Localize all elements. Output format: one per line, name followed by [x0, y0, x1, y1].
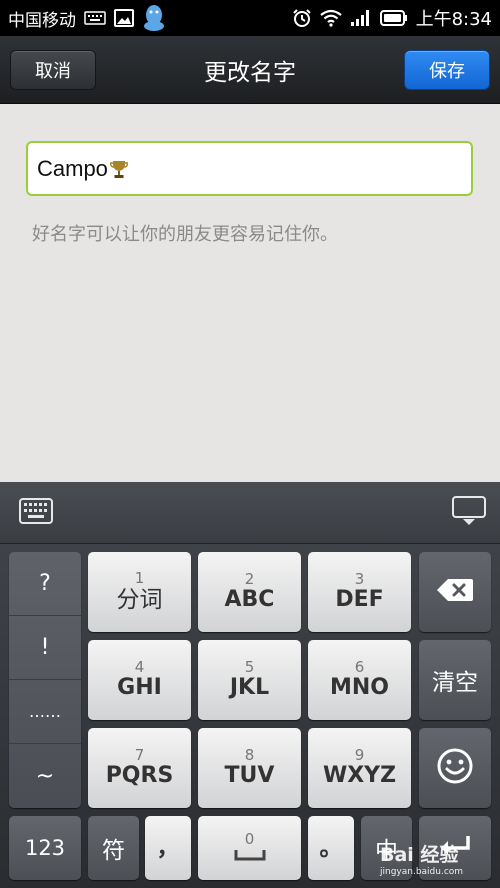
- key-number: 1: [134, 569, 145, 587]
- key-number: 7: [134, 746, 145, 764]
- clock-label: 上午8:34: [415, 9, 492, 30]
- key-1-segment[interactable]: 1 分词: [88, 552, 191, 632]
- clear-key-label: 清空: [432, 670, 478, 696]
- key-label: DEF: [335, 587, 384, 612]
- symbol-key-exclamation[interactable]: !: [9, 616, 81, 680]
- backspace-icon: [436, 577, 474, 607]
- key-label: TUV: [224, 763, 275, 788]
- smiley-icon: [436, 747, 474, 789]
- key-label: MNO: [329, 675, 389, 700]
- key-5-jkl[interactable]: 5 JKL: [198, 640, 301, 720]
- period-key-label: 。: [319, 835, 343, 861]
- watermark-brand: Bai 经验: [380, 844, 459, 866]
- key-number: 2: [244, 570, 255, 588]
- key-number: 8: [244, 746, 255, 764]
- keyboard-notification-icon: [84, 11, 106, 25]
- key-8-tuv[interactable]: 8 TUV: [198, 728, 301, 808]
- name-input-value: Campo: [37, 155, 108, 181]
- trophy-emoji-icon: [109, 159, 128, 179]
- key-label: GHI: [117, 675, 162, 700]
- save-button[interactable]: 保存: [404, 50, 490, 90]
- symbol-key-ellipsis[interactable]: ……: [9, 680, 81, 744]
- qq-penguin-icon: [142, 4, 166, 32]
- symbols-key[interactable]: 符: [88, 816, 139, 880]
- status-bar: 中国移动 上午8:34: [0, 0, 500, 36]
- key-number: 6: [354, 658, 365, 676]
- numeric-mode-key[interactable]: 123: [9, 816, 81, 880]
- wifi-icon: [319, 9, 342, 27]
- symbol-column: ? ! …… ~: [9, 552, 81, 808]
- key-label: JKL: [229, 675, 270, 700]
- symbol-key-question[interactable]: ?: [9, 552, 81, 616]
- name-hint-text: 好名字可以让你的朋友更容易记住你。: [32, 224, 338, 245]
- numeric-mode-label: 123: [24, 836, 66, 860]
- key-number: 9: [354, 746, 365, 764]
- keyboard-toolbar: [0, 482, 500, 544]
- key-label: ABC: [224, 587, 275, 612]
- comma-key[interactable]: ，: [145, 816, 191, 880]
- key-number: 5: [244, 658, 255, 676]
- carrier-label: 中国移动: [8, 10, 76, 31]
- backspace-key[interactable]: [419, 552, 491, 632]
- battery-icon: [379, 10, 408, 26]
- key-4-ghi[interactable]: 4 GHI: [88, 640, 191, 720]
- clear-key[interactable]: 清空: [419, 640, 491, 720]
- symbol-key-tilde[interactable]: ~: [9, 744, 81, 808]
- comma-key-label: ，: [156, 835, 180, 861]
- key-7-pqrs[interactable]: 7 PQRS: [88, 728, 191, 808]
- space-key-number: 0: [244, 829, 255, 848]
- key-3-def[interactable]: 3 DEF: [308, 552, 411, 632]
- key-number: 4: [134, 658, 145, 676]
- period-key[interactable]: 。: [308, 816, 354, 880]
- key-label: 分词: [116, 587, 163, 613]
- space-icon: [233, 847, 267, 866]
- name-input[interactable]: Campo: [26, 141, 473, 196]
- key-9-wxyz[interactable]: 9 WXYZ: [308, 728, 411, 808]
- key-label: PQRS: [105, 763, 174, 788]
- cancel-button[interactable]: 取消: [10, 50, 96, 90]
- symbols-key-label: 符: [102, 838, 125, 864]
- image-notification-icon: [114, 9, 134, 27]
- page-title: 更改名字: [204, 60, 296, 86]
- signal-icon: [350, 9, 372, 27]
- keyboard-settings-icon[interactable]: [19, 498, 53, 528]
- key-label: WXYZ: [322, 763, 397, 788]
- space-key[interactable]: 0: [198, 816, 301, 880]
- alarm-icon: [292, 8, 312, 28]
- title-bar: 取消 更改名字 保存: [0, 36, 500, 104]
- emoji-key[interactable]: [419, 728, 491, 808]
- key-6-mno[interactable]: 6 MNO: [308, 640, 411, 720]
- watermark-url: jingyan.baidu.com: [380, 867, 464, 877]
- hide-keyboard-icon[interactable]: [452, 496, 486, 530]
- key-2-abc[interactable]: 2 ABC: [198, 552, 301, 632]
- key-number: 3: [354, 570, 365, 588]
- baidu-jingyan-watermark: Bai 经验 jingyan.baidu.com: [380, 840, 463, 877]
